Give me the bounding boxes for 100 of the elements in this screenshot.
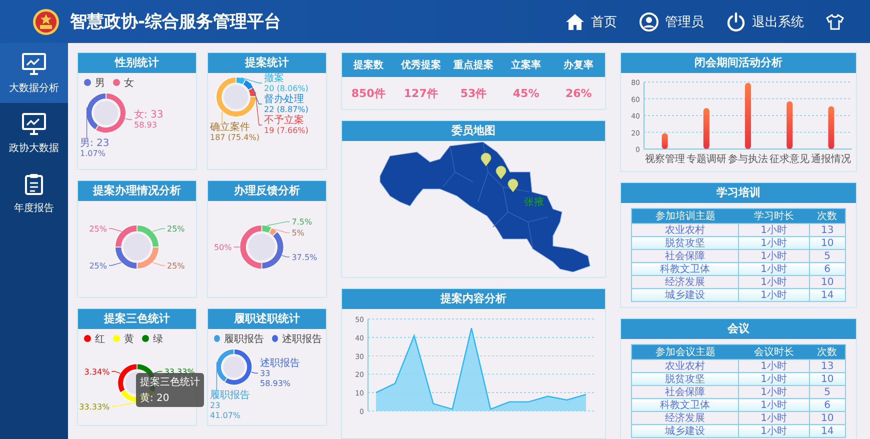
table-cell: 1小时: [738, 398, 810, 412]
shirt-icon[interactable]: [826, 14, 844, 30]
slice-label: 50%: [214, 243, 232, 252]
table-cell: 1小时: [738, 360, 810, 372]
axis-category-label: 参与执法: [728, 154, 768, 165]
table-header-cell: 学习时长: [738, 208, 810, 224]
table-header-cell: 次数: [809, 208, 846, 224]
table-cell: 脱贫攻坚: [632, 236, 738, 250]
stat-value: 26%: [564, 86, 593, 100]
donut-center: [248, 234, 276, 260]
donut-slice: [136, 224, 160, 248]
power-icon: [726, 12, 746, 32]
tooltip-title: 提案三色统计: [140, 376, 200, 389]
table-cell: 科教文卫体: [632, 398, 738, 412]
stat-value: 45%: [512, 86, 540, 100]
slice-label: 督办处理 22 (8.87%): [264, 94, 308, 114]
leader-line: [111, 371, 121, 374]
leader-line: [282, 255, 290, 258]
table-cell: 1小时: [738, 236, 810, 250]
table-cell: 农业农村: [632, 360, 738, 372]
table-cell: 脱贫攻坚: [632, 372, 738, 386]
table-cell: 城乡建设: [632, 424, 738, 438]
app-title: 智慧政协-综合服务管理平台: [70, 11, 282, 33]
panel-title: 履职述职统计: [208, 309, 326, 329]
map-pin-icon[interactable]: [507, 178, 518, 192]
donut-slice: [114, 246, 138, 270]
legend-label[interactable]: 绿: [153, 332, 163, 346]
panel-title: 会议: [621, 319, 856, 339]
axis-category-label: 视察管理: [644, 154, 684, 165]
nav-link[interactable]: 首页: [565, 12, 617, 30]
panel-title: 性别统计: [78, 53, 196, 73]
stat-label: 办复率: [562, 58, 595, 72]
stat-value: 127件: [402, 86, 439, 100]
sidebar-item[interactable]: 年度报告: [0, 163, 68, 223]
table-cell: 1小时: [738, 288, 810, 302]
slice-label: 履职报告 23 41.07%: [210, 390, 250, 420]
slice-label: 25%: [167, 224, 185, 234]
axis-category-label: 征求意见: [769, 154, 810, 165]
table-cell: 科教文卫体: [632, 262, 738, 276]
bar: [661, 133, 668, 149]
slice-label: 25%: [89, 261, 107, 270]
leader-line: [152, 262, 166, 266]
bar: [702, 108, 709, 149]
clipboard-icon: [25, 173, 43, 195]
legend-label[interactable]: 述职报告: [282, 332, 322, 346]
donut-center: [124, 234, 150, 260]
sidebar-item[interactable]: 政协大数据: [0, 103, 68, 163]
leader-line: [111, 402, 138, 407]
bar: [828, 106, 834, 149]
slice-label: 25%: [89, 224, 107, 234]
leader-line: [124, 118, 132, 120]
panel-title: 提案内容分析: [342, 289, 605, 309]
table-header-cell: 参加会议主题: [632, 344, 738, 360]
slice-label: 37.5%: [292, 252, 318, 262]
table-cell: 6: [809, 398, 846, 412]
panel-title: 提案统计: [208, 53, 326, 73]
sidebar-item[interactable]: 大数据分析: [0, 43, 68, 103]
slice-label: 25%: [167, 261, 185, 270]
table-cell: 10: [809, 236, 846, 250]
legend-label[interactable]: 黄: [124, 332, 134, 346]
leader-line: [274, 228, 290, 234]
table-header-cell: 参加培训主题: [632, 208, 738, 224]
legend-label[interactable]: 男: [95, 76, 105, 90]
table-cell: 1小时: [738, 224, 810, 236]
stat-value: 53件: [459, 86, 488, 100]
donut-center: [224, 85, 248, 109]
stat-label: 优秀提案: [400, 58, 442, 72]
legend-label[interactable]: 女: [124, 76, 134, 90]
bar: [744, 82, 750, 149]
nav-link[interactable]: 管理员: [639, 12, 704, 32]
emblem-icon: [32, 8, 60, 36]
legend-label[interactable]: 履职报告: [224, 332, 264, 346]
table-header-cell: 次数: [809, 344, 846, 360]
leader-line: [152, 228, 166, 232]
donut-slice: [114, 224, 138, 248]
home-icon: [565, 12, 585, 30]
slice-label: 男: 23 1.07%: [80, 138, 110, 158]
table-cell: 14: [809, 424, 846, 438]
table-cell: 1小时: [738, 262, 810, 276]
slice-label: 5%: [292, 228, 304, 238]
nav-link[interactable]: 退出系统: [726, 12, 804, 32]
panel-title: 学习培训: [621, 183, 856, 203]
leader-line: [233, 246, 240, 248]
panel-title: 闭会期间活动分析: [621, 53, 856, 73]
donut-center: [223, 356, 245, 378]
slice-label: 3.34%: [84, 367, 110, 376]
monitor-chart-icon: [22, 113, 46, 135]
map-pin-icon[interactable]: [480, 152, 491, 166]
map-pin-icon[interactable]: [495, 166, 506, 180]
table-cell: 1小时: [738, 372, 810, 386]
leader-line: [250, 372, 258, 374]
stat-label: 立案率: [510, 58, 542, 72]
table-header-cell: 会议时长: [738, 344, 810, 360]
map-place-label: 张掖: [524, 197, 544, 208]
panel-title: 提案办理情况分析: [78, 181, 196, 201]
table-cell: 10: [809, 372, 846, 386]
leader-line: [216, 362, 218, 392]
legend-label[interactable]: 红: [95, 332, 105, 346]
slice-label: 7.5%: [292, 218, 312, 227]
panel-title: 委员地图: [342, 121, 605, 141]
